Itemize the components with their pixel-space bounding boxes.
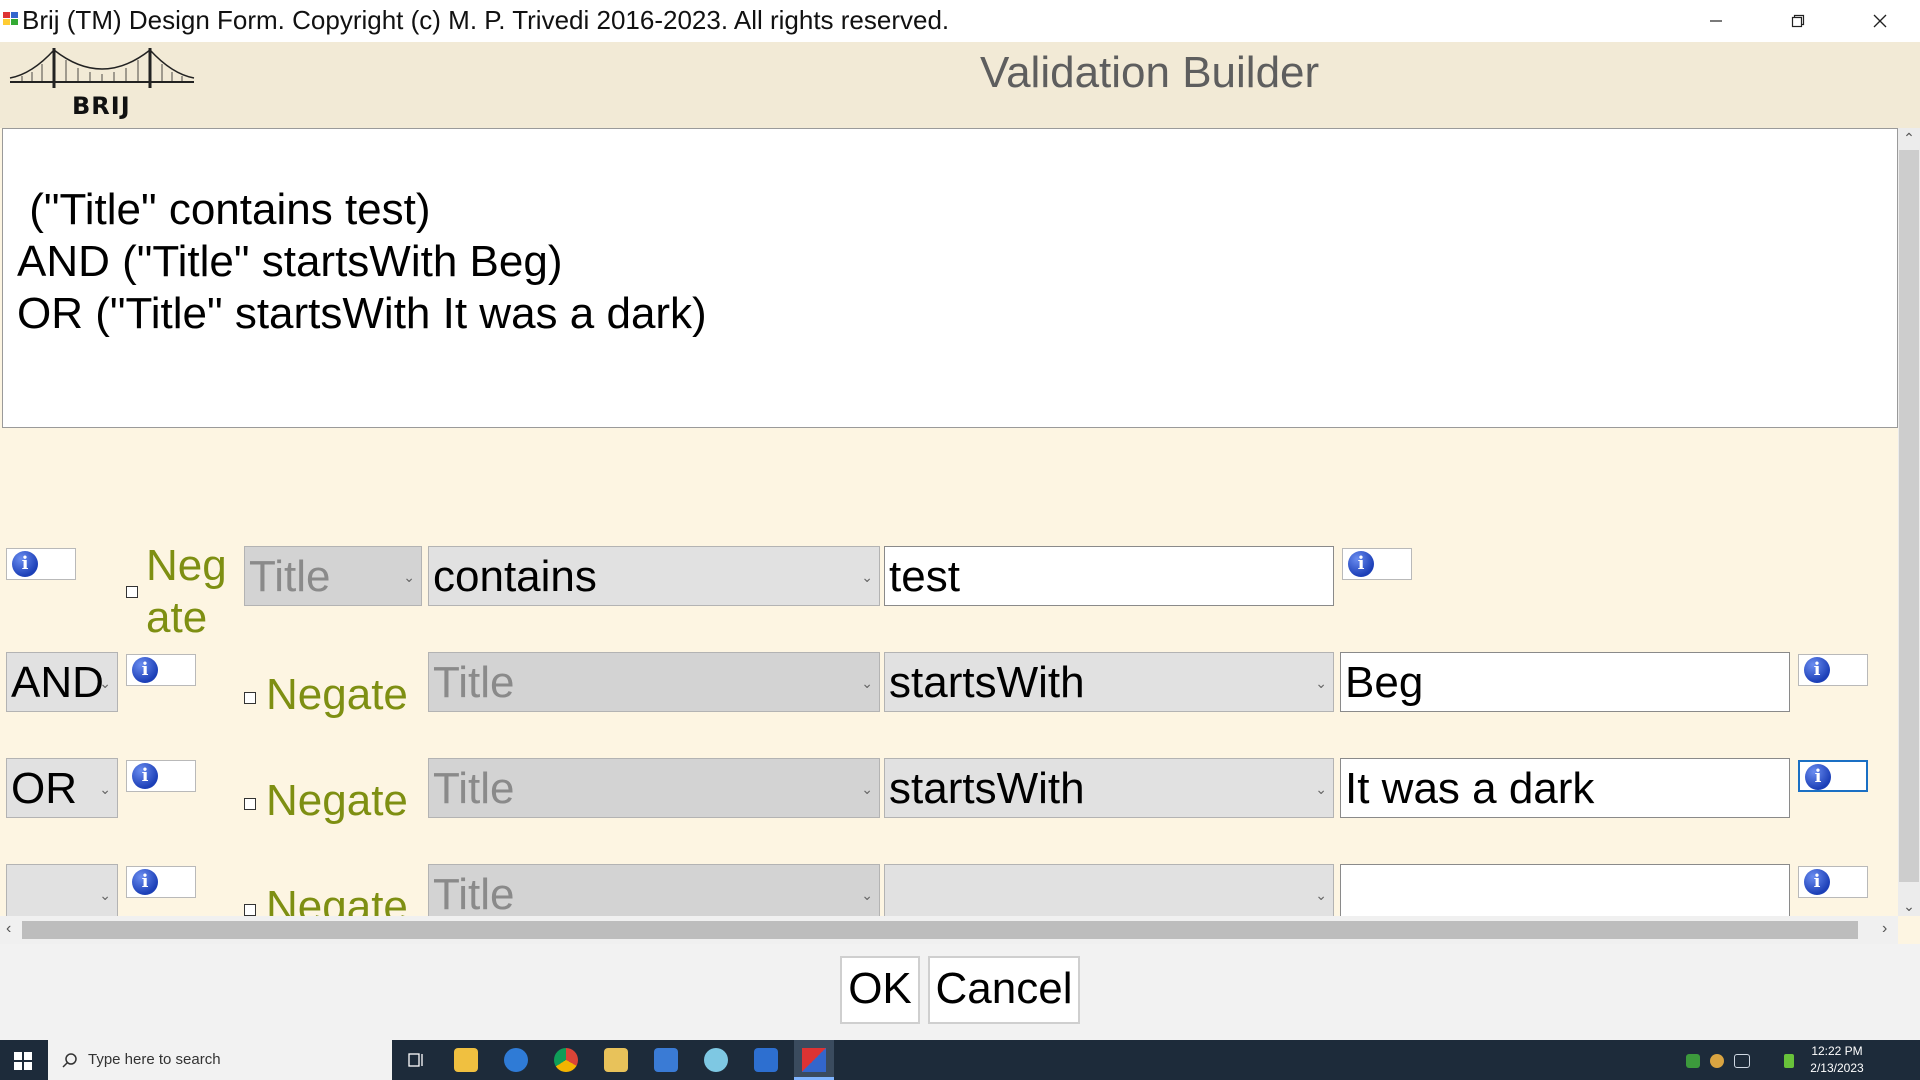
taskbar-search-box[interactable]: Type here to search [48, 1040, 392, 1080]
minimize-icon [1710, 20, 1722, 22]
info-icon: i [132, 763, 158, 789]
info-button[interactable]: i [1798, 760, 1868, 792]
info-icon: i [12, 551, 38, 577]
chevron-down-icon: ⌄ [861, 675, 873, 691]
value-input[interactable] [1340, 864, 1790, 916]
form-title: Validation Builder [980, 48, 1320, 97]
info-button[interactable]: i [126, 866, 196, 898]
chrome-icon[interactable] [554, 1048, 578, 1072]
photos-icon[interactable] [654, 1048, 678, 1072]
vertical-scrollbar[interactable]: ⌃ ⌄ [1898, 128, 1920, 916]
expression-line: OR ("Title" startsWith It was a dark) [17, 289, 707, 338]
operator-select[interactable]: contains ⌄ [428, 546, 880, 606]
operator-select[interactable]: startsWith ⌄ [884, 758, 1334, 818]
negate-checkbox[interactable] [126, 586, 138, 598]
scroll-down-icon[interactable]: ⌄ [1898, 896, 1920, 916]
brij-app-icon [802, 1048, 826, 1072]
row-4-viewport: ⌄ i Negate Title ⌄ ⌄ i [0, 860, 1898, 916]
info-button[interactable]: i [1342, 548, 1412, 580]
window-title-bar: Brij (TM) Design Form. Copyright (c) M. … [0, 0, 1920, 42]
battery-icon[interactable] [1784, 1054, 1794, 1068]
field-select[interactable]: Title ⌄ [428, 864, 880, 916]
file-explorer-icon[interactable] [454, 1048, 478, 1072]
window-title: Brij (TM) Design Form. Copyright (c) M. … [22, 5, 950, 35]
negate-label: Negate [266, 776, 408, 825]
close-icon [1873, 14, 1887, 28]
connector-select[interactable]: ⌄ [6, 864, 118, 916]
chevron-down-icon: ⌄ [1315, 675, 1327, 691]
horizontal-scroll-thumb[interactable] [22, 921, 1858, 939]
negate-checkbox[interactable] [244, 692, 256, 704]
info-button[interactable]: i [126, 654, 196, 686]
clock-time: 12:22 PM [1811, 1044, 1863, 1058]
info-button[interactable]: i [1798, 654, 1868, 686]
value-input[interactable]: It was a dark [1340, 758, 1790, 818]
chevron-down-icon: ⌄ [861, 569, 873, 585]
search-placeholder: Type here to search [88, 1051, 221, 1068]
info-button[interactable]: i [126, 760, 196, 792]
restore-icon [1791, 14, 1805, 28]
logo-text: BRIJ [72, 92, 131, 120]
expression-line: ("Title" contains test) [17, 185, 431, 234]
chevron-down-icon: ⌄ [1315, 887, 1327, 903]
chevron-down-icon: ⌄ [1315, 781, 1327, 797]
active-app-tile[interactable] [794, 1040, 834, 1080]
header-band [0, 42, 1920, 128]
info-icon: i [1804, 869, 1830, 895]
info-button[interactable]: i [6, 548, 76, 580]
edge-browser-icon[interactable] [504, 1048, 528, 1072]
field-select[interactable]: Title ⌄ [428, 758, 880, 818]
operator-select[interactable]: ⌄ [884, 864, 1334, 916]
chevron-down-icon: ⌄ [99, 781, 111, 797]
clock-date: 2/13/2023 [1810, 1061, 1864, 1075]
field-select[interactable]: Title ⌄ [244, 546, 422, 606]
info-icon: i [132, 869, 158, 895]
connector-select[interactable]: OR ⌄ [6, 758, 118, 818]
info-icon: i [1804, 657, 1830, 683]
field-select[interactable]: Title ⌄ [428, 652, 880, 712]
chevron-down-icon: ⌄ [861, 781, 873, 797]
negate-checkbox[interactable] [244, 904, 256, 916]
windows-start-icon[interactable] [14, 1052, 32, 1070]
search-icon [62, 1053, 77, 1068]
tray-icon[interactable] [1734, 1054, 1750, 1068]
info-button[interactable]: i [1798, 866, 1868, 898]
scroll-up-icon[interactable]: ⌃ [1898, 128, 1920, 148]
negate-label: Negate [266, 670, 408, 719]
expression-preview[interactable]: ("Title" contains test) AND ("Title" sta… [2, 128, 1898, 428]
app-icon [3, 12, 18, 25]
tray-icon[interactable] [1710, 1054, 1724, 1068]
paint-brush-icon[interactable] [604, 1048, 628, 1072]
value-input[interactable]: Beg [1340, 652, 1790, 712]
info-icon: i [132, 657, 158, 683]
taskbar-clock[interactable]: 12:22 PM 2/13/2023 [1806, 1044, 1868, 1075]
cancel-button[interactable]: Cancel [928, 956, 1080, 1024]
chevron-down-icon: ⌄ [99, 675, 111, 691]
restore-button[interactable] [1757, 0, 1839, 42]
operator-select[interactable]: startsWith ⌄ [884, 652, 1334, 712]
outlook-icon[interactable] [754, 1048, 778, 1072]
minimize-button[interactable] [1675, 0, 1757, 42]
paint-app-icon[interactable] [704, 1048, 728, 1072]
expression-line: AND ("Title" startsWith Beg) [17, 237, 563, 286]
tray-icon[interactable] [1686, 1054, 1700, 1068]
negate-checkbox[interactable] [244, 798, 256, 810]
chevron-down-icon: ⌄ [861, 887, 873, 903]
info-icon: i [1805, 764, 1831, 790]
negate-label: Neg ate [146, 541, 227, 642]
close-button[interactable] [1839, 0, 1920, 42]
info-icon: i [1348, 551, 1374, 577]
scroll-right-icon[interactable]: › [1882, 920, 1887, 938]
connector-select[interactable]: AND ⌄ [6, 652, 118, 712]
chevron-down-icon: ⌄ [99, 887, 111, 903]
task-view-icon[interactable] [404, 1048, 428, 1072]
vertical-scroll-thumb[interactable] [1899, 150, 1919, 882]
scroll-left-icon[interactable]: ‹ [6, 920, 11, 938]
ok-button[interactable]: OK [840, 956, 920, 1024]
chevron-down-icon: ⌄ [403, 569, 415, 585]
horizontal-scrollbar[interactable]: ‹ › [0, 916, 1898, 944]
value-input[interactable]: test [884, 546, 1334, 606]
negate-label: Negate [266, 882, 408, 916]
